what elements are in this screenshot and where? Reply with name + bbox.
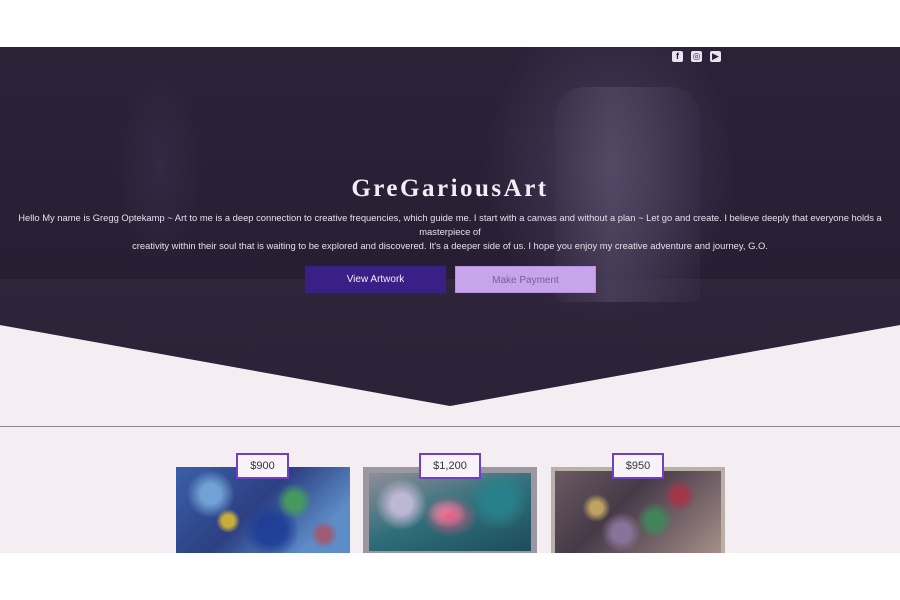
site-title-bold: Art [503,175,549,202]
artwork-image-2[interactable] [363,467,537,553]
instagram-icon[interactable]: ◎ [691,51,702,62]
price-tag-2: $1,200 [419,453,481,479]
page-frame: f ◎ ▶ GreGariousArt Hello My name is Gre… [0,47,900,553]
make-payment-button[interactable]: Make Payment [455,266,596,293]
hero-section: f ◎ ▶ GreGariousArt Hello My name is Gre… [0,47,900,406]
artwork-card-3[interactable] [551,467,725,553]
facebook-icon[interactable]: f [672,51,683,62]
intro-text: Hello My name is Gregg Optekamp ~ Art to… [0,211,900,253]
view-artwork-button[interactable]: View Artwork [305,266,446,293]
hero-background-surface [0,279,900,406]
section-divider [0,426,900,427]
artwork-card-1[interactable] [176,467,350,553]
site-title: GreGariousArt [0,175,900,203]
intro-line-2: creativity within their soul that is wai… [132,240,768,251]
site-title-light: GreGarious [351,175,504,202]
intro-line-1: Hello My name is Gregg Optekamp ~ Art to… [18,212,882,237]
artwork-image-3[interactable] [551,467,725,553]
price-tag-3: $950 [612,453,664,479]
youtube-icon[interactable]: ▶ [710,51,721,62]
artwork-image-1[interactable] [176,467,350,553]
artwork-card-2[interactable] [363,467,537,553]
social-links: f ◎ ▶ [672,51,721,62]
price-tag-1: $900 [236,453,289,479]
